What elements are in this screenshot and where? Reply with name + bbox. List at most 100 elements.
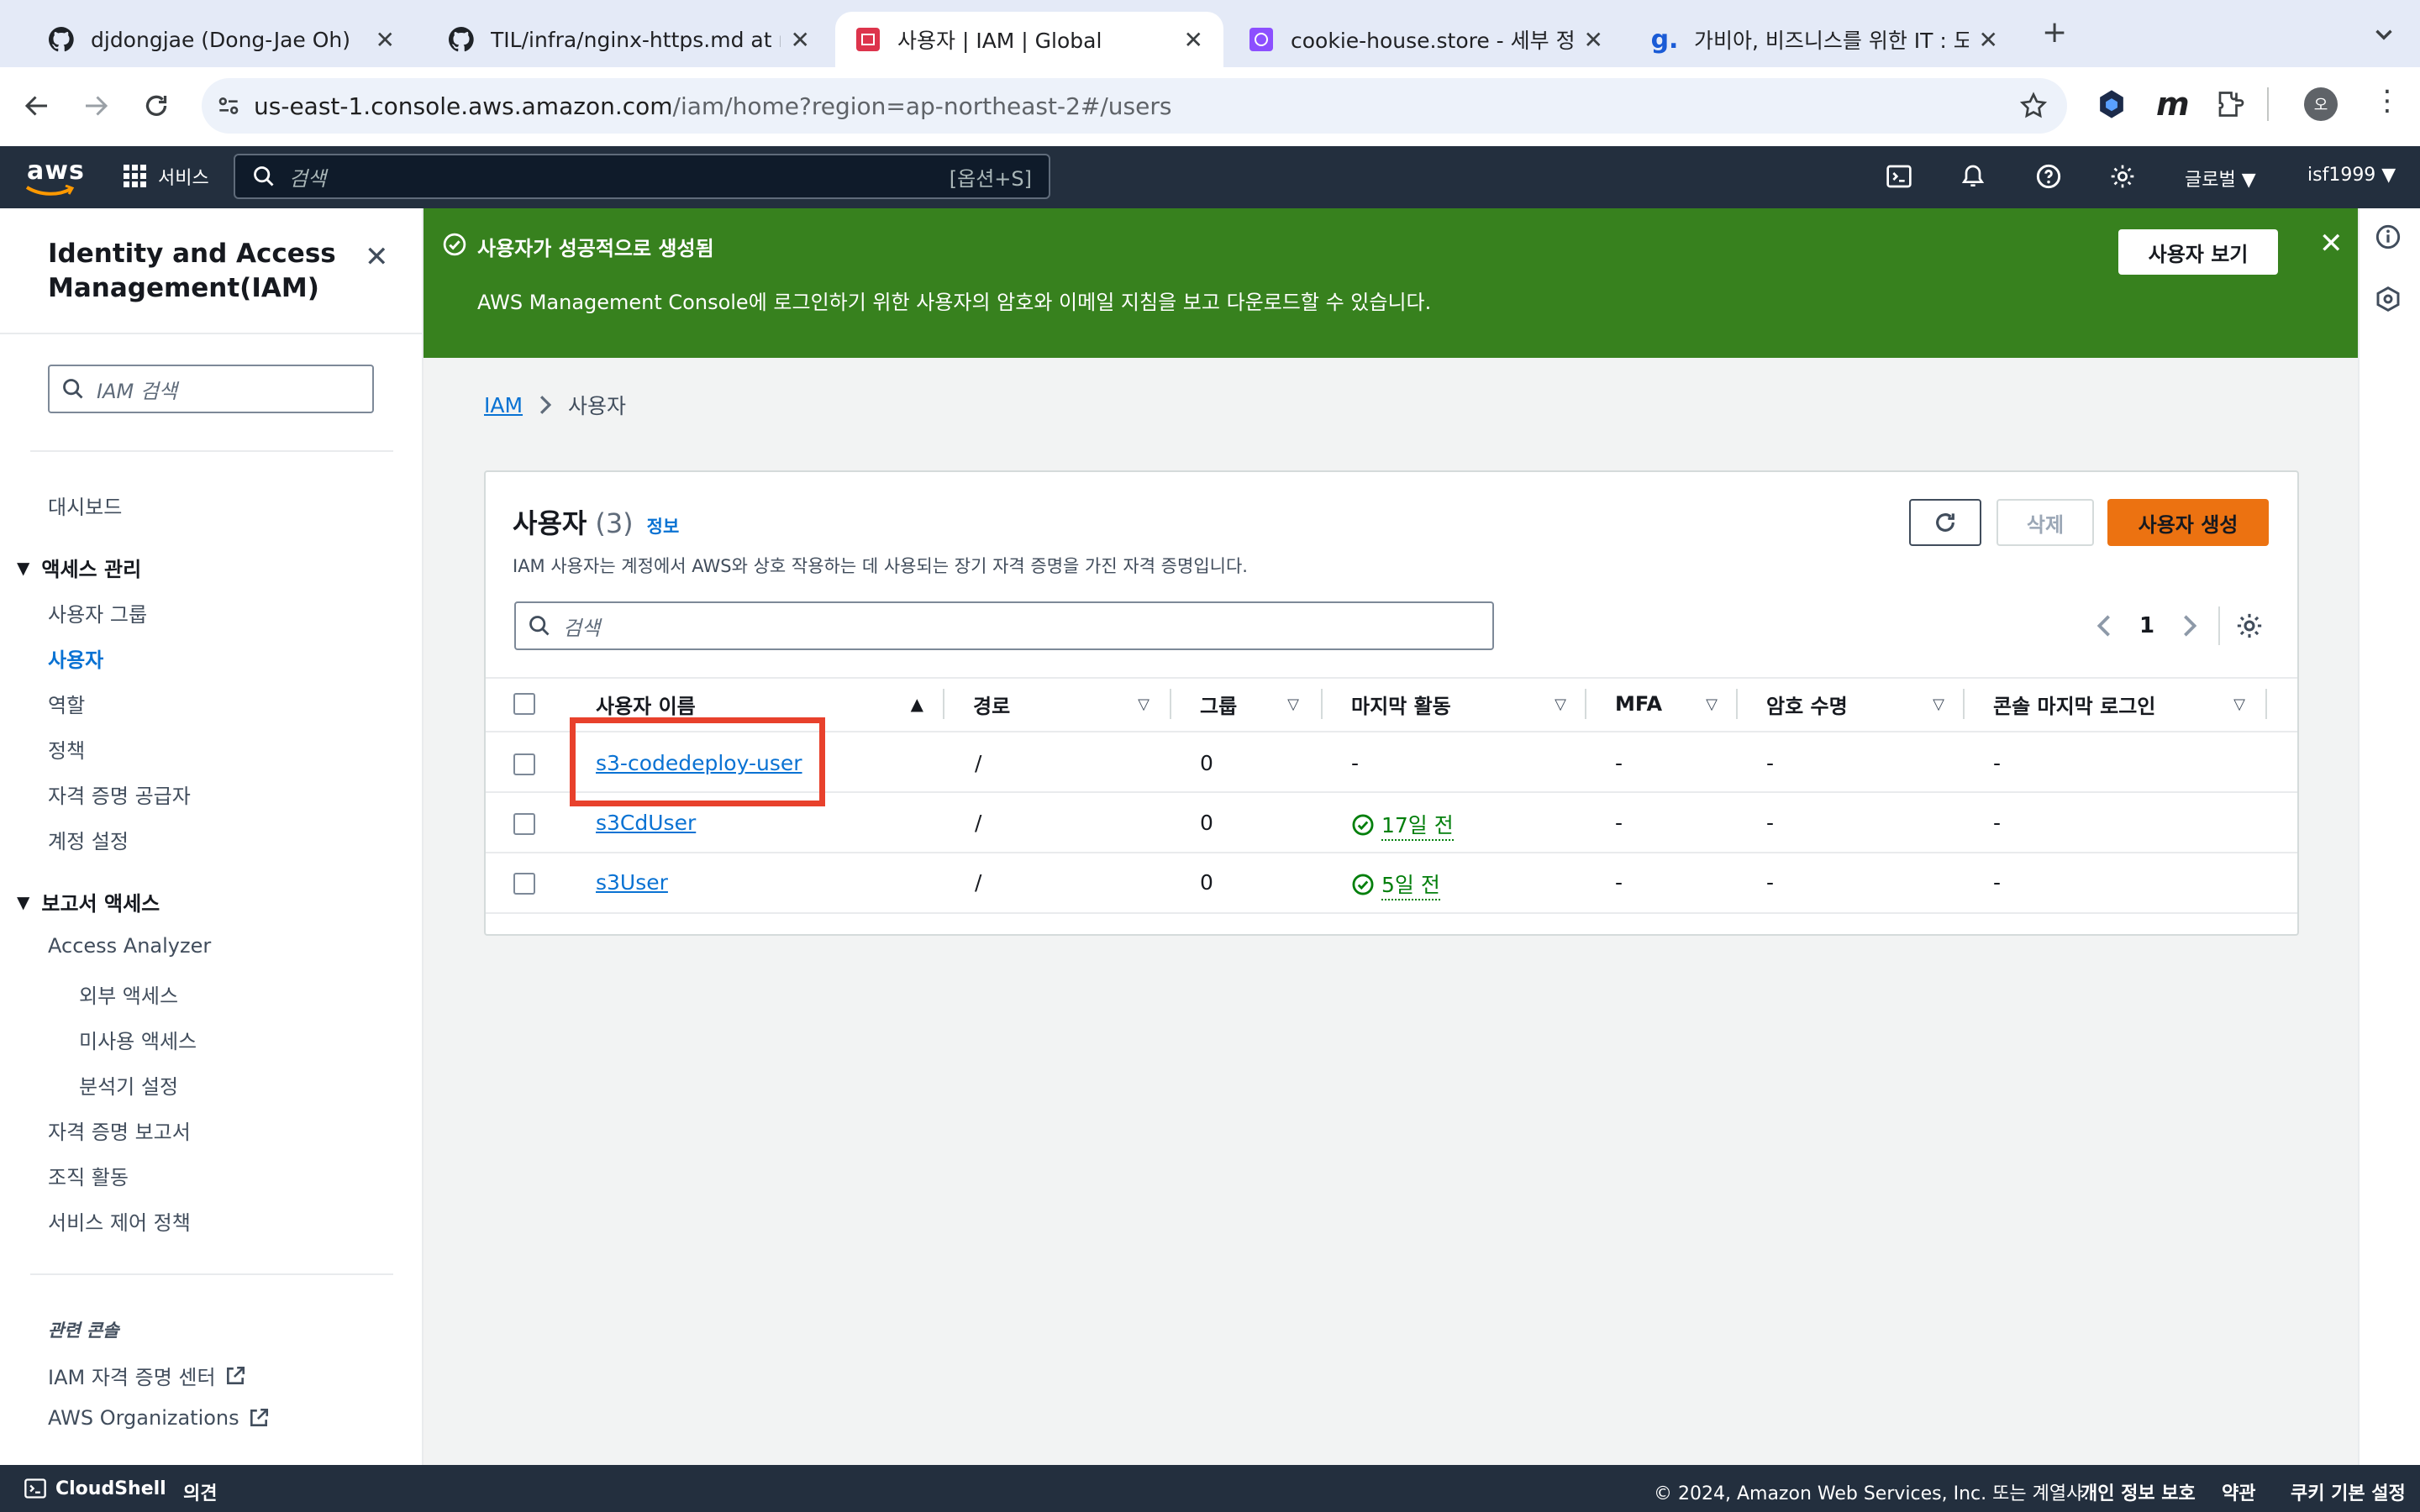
reload-icon[interactable] <box>141 91 171 121</box>
sidebar-item-dashboard[interactable]: 대시보드 <box>48 491 122 520</box>
browser-tab[interactable]: djdongjae (Dong-Jae Oh) ✕ <box>29 12 415 67</box>
sidebar-item-access-analyzer[interactable]: Access Analyzer <box>48 934 211 958</box>
forward-icon[interactable] <box>81 91 111 121</box>
cookie-preferences-link[interactable]: 쿠키 기본 설정 <box>2291 1478 2406 1505</box>
user-name-link[interactable]: s3-codedeploy-user <box>596 751 802 775</box>
profile-avatar[interactable]: 오 <box>2304 87 2338 121</box>
cell-last-activity[interactable]: 5일 전 <box>1351 869 1440 900</box>
close-tab-icon[interactable]: ✕ <box>791 26 810 54</box>
cell-console-last-login: - <box>1993 870 2002 895</box>
cell-last-activity[interactable]: 17일 전 <box>1351 809 1454 841</box>
cell-password-age: - <box>1766 870 1775 895</box>
resources-panel-icon[interactable] <box>2375 286 2402 312</box>
info-link[interactable]: 정보 <box>647 513 680 538</box>
sidebar-item-user-groups[interactable]: 사용자 그룹 <box>48 598 147 627</box>
row-checkbox[interactable] <box>513 813 535 835</box>
sidebar-item-policies[interactable]: 정책 <box>48 734 85 764</box>
refresh-button[interactable] <box>1909 499 1981 546</box>
column-separator[interactable] <box>1585 689 1586 719</box>
extensions-puzzle-icon[interactable] <box>2215 89 2245 119</box>
row-checkbox[interactable] <box>513 873 535 895</box>
create-user-button[interactable]: 사용자 생성 <box>2107 499 2269 546</box>
table-preferences-gear-icon[interactable] <box>2235 612 2264 640</box>
column-separator[interactable] <box>1736 689 1738 719</box>
aws-search-input[interactable]: 검색 [옵션+S] <box>234 154 1050 199</box>
cell-path: / <box>975 751 982 775</box>
column-separator[interactable] <box>1963 689 1965 719</box>
user-name-link[interactable]: s3CdUser <box>596 811 696 835</box>
next-page-icon[interactable] <box>2180 613 2200 638</box>
column-separator[interactable] <box>1321 689 1323 719</box>
link-aws-organizations[interactable]: AWS Organizations <box>48 1406 270 1430</box>
back-icon[interactable] <box>22 91 52 121</box>
close-tab-icon[interactable]: ✕ <box>376 26 395 54</box>
terms-link[interactable]: 약관 <box>2222 1478 2255 1505</box>
extension-cube-icon[interactable] <box>2097 89 2126 119</box>
column-header-last-activity[interactable]: 마지막 활동 ▽ <box>1351 677 1566 731</box>
cloudshell-button[interactable]: CloudShell <box>24 1477 166 1500</box>
sidebar-item-unused-access[interactable]: 미사용 액세스 <box>79 1025 197 1054</box>
column-header-password-age[interactable]: 암호 수명 ▽ <box>1766 677 1944 731</box>
sidebar-item-identity-providers[interactable]: 자격 증명 공급자 <box>48 780 191 809</box>
feedback-link[interactable]: 의견 <box>183 1478 217 1505</box>
previous-page-icon[interactable] <box>2094 613 2114 638</box>
browser-menu-icon[interactable]: ⋮ <box>2373 84 2402 118</box>
sidebar-item-account-settings[interactable]: 계정 설정 <box>48 825 129 854</box>
column-header-groups[interactable]: 그룹 ▽ <box>1200 677 1299 731</box>
services-label: 서비스 <box>158 168 209 189</box>
extension-m-icon[interactable]: m <box>2156 86 2190 123</box>
cloudshell-icon[interactable] <box>1886 163 1912 190</box>
browser-tab-active[interactable]: 사용자 | IAM | Global ✕ <box>835 12 1223 67</box>
site-info-icon[interactable] <box>215 92 242 119</box>
bookmark-star-icon[interactable] <box>2018 91 2049 121</box>
column-separator[interactable] <box>943 689 944 719</box>
refresh-icon <box>1932 509 1959 536</box>
row-checkbox[interactable] <box>513 753 535 775</box>
sidebar-item-external-access[interactable]: 외부 액세스 <box>79 979 178 1009</box>
privacy-link[interactable]: 개인 정보 보호 <box>2081 1478 2196 1505</box>
iam-search-input[interactable]: IAM 검색 <box>48 365 374 413</box>
close-tab-icon[interactable]: ✕ <box>1584 26 1603 54</box>
sidebar-item-users[interactable]: 사용자 <box>48 643 103 673</box>
sidebar-item-roles[interactable]: 역할 <box>48 689 85 718</box>
sidebar-item-credential-report[interactable]: 자격 증명 보고서 <box>48 1116 191 1145</box>
browser-tab[interactable]: cookie-house.store - 세부 정보 ✕ <box>1228 12 1623 67</box>
column-header-console-last-login[interactable]: 콘솔 마지막 로그인 ▽ <box>1993 677 2245 731</box>
tab-title: cookie-house.store - 세부 정보 <box>1291 29 1574 53</box>
region-selector[interactable]: 글로벌 ▼ <box>2185 165 2256 192</box>
info-panel-icon[interactable] <box>2375 223 2402 250</box>
close-tab-icon[interactable]: ✕ <box>1184 26 1203 54</box>
sidebar-item-scp[interactable]: 서비스 제어 정책 <box>48 1206 191 1236</box>
services-menu-button[interactable]: 서비스 <box>123 163 209 190</box>
current-page[interactable]: 1 <box>2139 613 2154 638</box>
users-search-input[interactable]: 검색 <box>514 601 1494 650</box>
settings-gear-icon[interactable] <box>2109 163 2136 190</box>
dismiss-flash-icon[interactable]: ✕ <box>2319 227 2344 260</box>
column-separator[interactable] <box>1170 689 1171 719</box>
user-name-link[interactable]: s3User <box>596 870 668 895</box>
column-header-mfa[interactable]: MFA ▽ <box>1615 677 1718 731</box>
link-iam-identity-center[interactable]: IAM 자격 증명 센터 <box>48 1361 246 1390</box>
column-separator[interactable] <box>2265 689 2267 719</box>
notifications-bell-icon[interactable] <box>1960 163 1986 190</box>
tab-search-icon[interactable] <box>2370 20 2398 49</box>
section-access-management[interactable]: ▼ 액세스 관리 <box>17 553 141 582</box>
column-header-path[interactable]: 경로 ▽ <box>973 677 1150 731</box>
new-tab-button[interactable]: + <box>2042 15 2067 50</box>
view-user-button[interactable]: 사용자 보기 <box>2118 229 2278 275</box>
help-icon[interactable] <box>2035 163 2062 190</box>
close-sidebar-icon[interactable]: ✕ <box>365 240 389 274</box>
account-menu[interactable]: isf1999 ▼ <box>2307 165 2396 186</box>
sort-ascending-icon: ▲ <box>910 694 923 714</box>
address-bar[interactable]: us-east-1.console.aws.amazon.com/iam/hom… <box>202 78 2067 134</box>
aws-logo[interactable]: aws <box>25 156 85 196</box>
sidebar-item-organization-activity[interactable]: 조직 활동 <box>48 1161 129 1190</box>
delete-button[interactable]: 삭제 <box>1996 499 2094 546</box>
select-all-checkbox[interactable] <box>513 693 535 715</box>
breadcrumb-iam-link[interactable]: IAM <box>484 393 523 417</box>
sidebar-item-analyzer-settings[interactable]: 분석기 설정 <box>79 1070 178 1100</box>
close-tab-icon[interactable]: ✕ <box>1979 26 1998 54</box>
section-access-reports[interactable]: ▼ 보고서 액세스 <box>17 887 160 916</box>
browser-tab[interactable]: TIL/infra/nginx-https.md at m ✕ <box>429 12 830 67</box>
browser-tab[interactable]: g. 가비아, 비즈니스를 위한 IT : 도메인 ✕ <box>1632 12 2018 67</box>
